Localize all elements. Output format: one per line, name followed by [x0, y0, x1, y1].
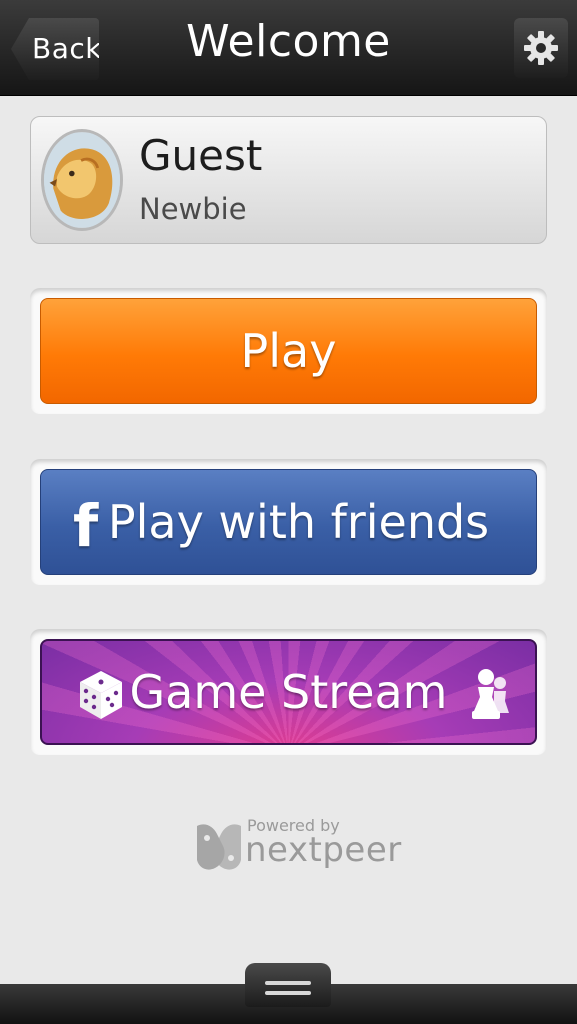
avatar	[41, 129, 123, 231]
profile-card[interactable]: Guest Newbie	[30, 116, 547, 244]
brand-text: nextpeer	[245, 830, 402, 870]
profile-rank: Newbie	[139, 192, 247, 226]
play-with-friends-label: Play with friends	[107, 495, 490, 549]
play-well: Play	[30, 288, 547, 414]
game-stream-label: Game Stream	[129, 665, 448, 719]
play-with-friends-button[interactable]: f Play with friends	[40, 469, 537, 575]
drawer-handle[interactable]	[245, 963, 331, 1007]
handle-line-icon	[265, 981, 311, 985]
profile-name: Guest	[139, 131, 263, 180]
chess-pawn-icon	[472, 669, 509, 719]
friends-well: f Play with friends	[30, 459, 547, 585]
page-title: Welcome	[186, 16, 391, 67]
facebook-icon: f	[73, 492, 99, 560]
play-button[interactable]: Play	[40, 298, 537, 404]
stream-well: Game Stream	[30, 629, 547, 755]
game-stream-button[interactable]: Game Stream	[40, 639, 537, 745]
play-label: Play	[240, 324, 337, 378]
nextpeer-logo-icon	[197, 824, 241, 870]
dice-icon	[80, 671, 122, 719]
lion-avatar-icon	[44, 132, 120, 228]
settings-button[interactable]	[514, 18, 568, 78]
powered-by-logo: Powered by nextpeer	[193, 814, 401, 880]
gear-icon	[524, 31, 558, 65]
top-bar: Back Welcome	[0, 0, 577, 96]
handle-line-icon	[265, 991, 311, 995]
